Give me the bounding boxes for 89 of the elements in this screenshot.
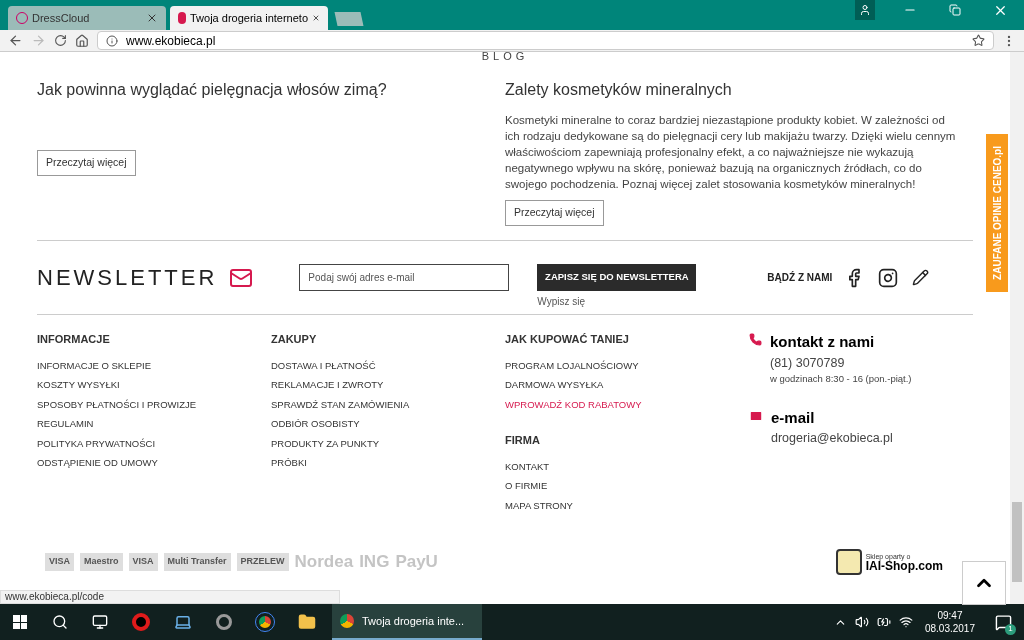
post-title[interactable]: Jak powinna wyglądać pielęgnacja włosów zimą? [37, 78, 387, 102]
wifi-icon[interactable] [898, 615, 913, 629]
footer-link[interactable]: POLITYKA PRYWATNOŚCI [37, 433, 271, 453]
contact-value[interactable]: drogeria@ekobieca.pl [771, 429, 893, 448]
battery-icon[interactable] [876, 615, 891, 629]
record-app-icon[interactable] [132, 613, 150, 631]
contact-value[interactable]: (81) 3070789 [770, 353, 912, 373]
footer-link[interactable]: KONTAKT [505, 456, 739, 476]
task-view-icon[interactable] [92, 614, 108, 630]
payment-logo: Maestro [80, 553, 123, 571]
footer-link[interactable]: INFORMACJE O SKLEPIE [37, 355, 271, 375]
instagram-icon[interactable] [878, 267, 899, 288]
browser-app-icon [340, 614, 354, 628]
payment-logo: Nordea [294, 551, 354, 574]
payment-logo: Multi Transfer [163, 553, 231, 571]
footer-heading: INFORMACJE [37, 332, 111, 347]
windows-start-icon[interactable] [13, 615, 27, 629]
footer-link[interactable]: PRÓBKI [271, 453, 505, 473]
url-text: www.ekobieca.pl [126, 32, 217, 50]
clock-date[interactable]: 08.03.2017 [924, 622, 975, 635]
search-icon[interactable] [52, 614, 68, 630]
person-icon [859, 4, 871, 16]
read-more-button[interactable]: Przeczytaj więcej [505, 200, 604, 226]
footer-link[interactable]: REGULAMIN [37, 414, 271, 434]
footer-link[interactable]: SPRAWDŹ STAN ZAMÓWIENIA [271, 394, 505, 414]
payment-logo: VISA [45, 553, 74, 571]
address-bar[interactable]: www.ekobieca.pl [97, 31, 994, 50]
footer-link[interactable]: ODSTĄPIENIE OD UMOWY [37, 453, 271, 473]
volume-icon[interactable] [854, 615, 869, 629]
contact-hours: w godzinach 8:30 - 16 (pon.-piąt.) [770, 372, 912, 387]
footer-link[interactable]: REKLAMACJE I ZWROTY [271, 375, 505, 395]
post-title[interactable]: Zalety kosmetyków mineralnych [505, 78, 732, 102]
badge-text: ZAUFANE OPINIE CENEO.pl [990, 146, 1004, 280]
footer-heading: JAK KUPOWAĆ TANIEJ [505, 332, 630, 347]
phone-icon [749, 333, 762, 346]
footer-link[interactable]: O FIRMIE [505, 476, 739, 496]
taskbar-window-button[interactable]: Twoja drogeria inte... [332, 604, 482, 640]
profile-button[interactable] [855, 0, 875, 20]
back-icon[interactable] [8, 33, 23, 48]
footer-heading: ZAKUPY [271, 332, 318, 347]
browser-tab[interactable]: Twoja drogeria interneto [170, 6, 328, 30]
unsubscribe-link[interactable]: Wypisz się [537, 294, 586, 309]
footer-link[interactable]: MAPA STRONY [505, 495, 739, 515]
status-url-bubble: www.ekobieca.pl/code [0, 590, 340, 604]
payment-logo: PRZELEW [236, 553, 289, 571]
post-excerpt: Kosmetyki mineralne to coraz bardziej niezastąpione produkty kobiet. W zależności od ich rodzaju dedykowane są do pielęgnacji cery lub makijażu twarzy. Dzięki wielu cennym właściwościom zapewniają profesjonalny efekt, a co najważniejsze nie wykazują negatywnego wpływu na skórę, ponieważ bazują na organicznych źródłach, co do swojego pochodzenia. Poznaj więcej zalet stosowania kosmetyków mineralnych! [505, 113, 957, 192]
read-more-button[interactable]: Przeczytaj więcej [37, 150, 136, 176]
footer-heading: FIRMA [505, 433, 541, 448]
browser-tab[interactable]: DressCloud [8, 6, 166, 30]
newsletter-title: NEWSLETTER [37, 263, 218, 292]
close-icon[interactable] [146, 12, 158, 24]
footer-link[interactable]: DOSTAWA I PŁATNOŚĆ [271, 355, 505, 375]
pencil-icon[interactable] [912, 269, 930, 286]
platform-name: IAI-Shop.com [865, 559, 943, 572]
payment-logo: ING [359, 551, 390, 574]
footer-link[interactable]: SPOSOBY PŁATNOŚCI I PROWIZJE [37, 394, 271, 414]
tab-title: DressCloud [32, 10, 91, 26]
scroll-to-top-button[interactable] [962, 561, 1006, 605]
scrollbar[interactable] [1010, 52, 1024, 604]
contact-heading: e-mail [771, 407, 816, 428]
ring-app-icon[interactable] [216, 614, 232, 630]
section-heading: BLOG [480, 49, 530, 60]
footer-link[interactable]: ODBIÓR OSOBISTY [271, 414, 505, 434]
footer-link[interactable]: DARMOWA WYSYŁKA [505, 375, 739, 395]
restore-icon[interactable] [949, 4, 961, 16]
payment-logo: VISA [128, 553, 158, 571]
tab-title: Twoja drogeria interneto [190, 10, 308, 26]
notifications-icon[interactable] [995, 613, 1012, 631]
folder-icon[interactable] [298, 613, 316, 631]
footer-link[interactable]: KOSZTY WYSYŁKI [37, 375, 271, 395]
scrollbar-thumb[interactable] [1012, 502, 1022, 582]
browser-app-icon[interactable] [256, 613, 274, 631]
notification-count: 1 [1005, 623, 1016, 635]
footer-link[interactable]: WPROWADŹ KOD RABATOWY [505, 394, 739, 414]
laptop-icon[interactable] [174, 613, 192, 631]
footer-link[interactable]: PROGRAM LOJALNOŚCIOWY [505, 355, 739, 375]
home-icon[interactable] [75, 33, 89, 48]
clock-time[interactable]: 09:47 [937, 609, 963, 622]
subscribe-button[interactable]: ZAPISZ SIĘ DO NEWSLETTERA [537, 264, 697, 291]
reload-icon[interactable] [54, 34, 67, 47]
email-input-field[interactable]: Podaj swój adres e-mail [299, 264, 510, 291]
info-icon[interactable] [106, 34, 118, 47]
contact-heading: kontakt z nami [770, 332, 876, 352]
tab-favicon-icon [178, 12, 186, 24]
payment-logo: PayU [395, 551, 438, 574]
footer-link[interactable]: PRODUKTY ZA PUNKTY [271, 433, 505, 453]
bookmark-star-icon[interactable] [972, 34, 985, 47]
platform-logo-icon [835, 549, 862, 575]
social-label: BĄDŹ Z NAMI [767, 270, 833, 285]
